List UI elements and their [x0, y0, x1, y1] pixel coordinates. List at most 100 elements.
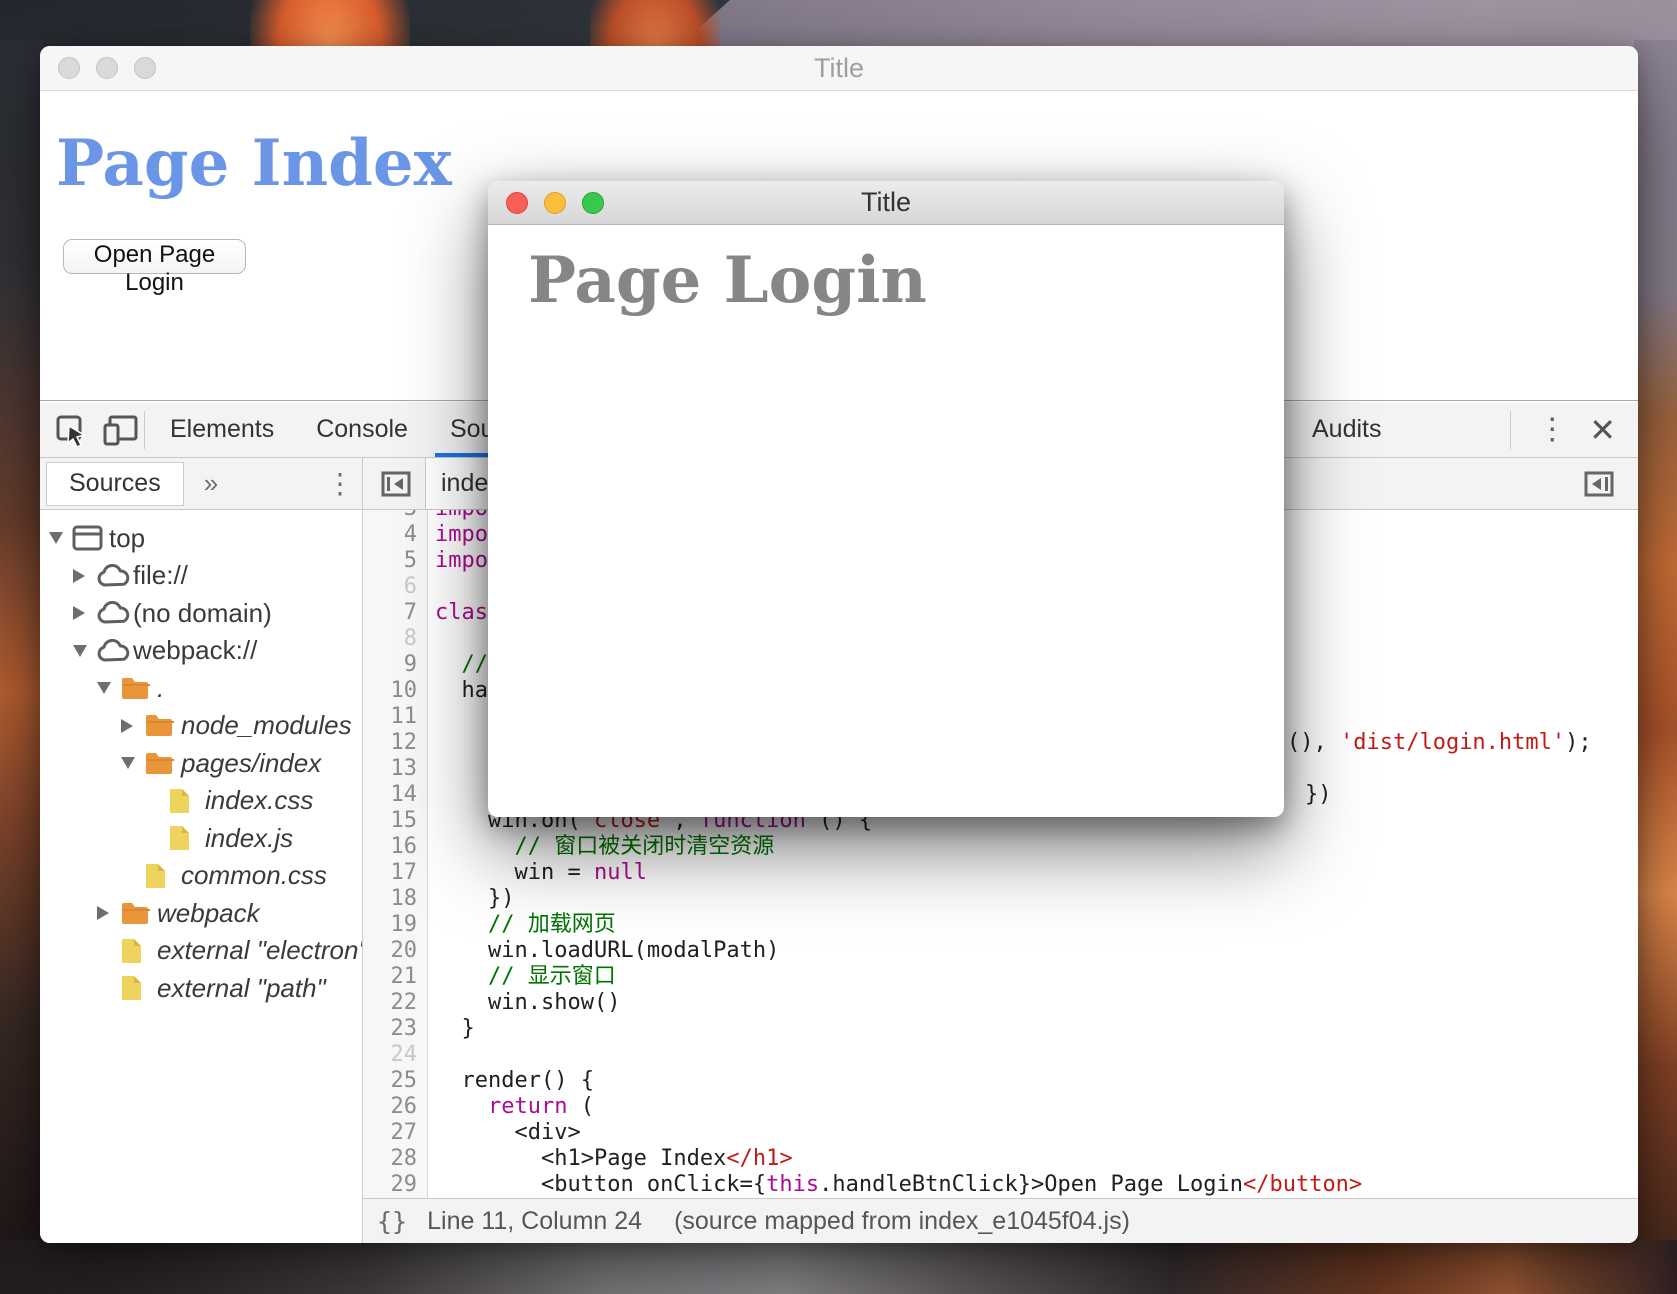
line-number[interactable]: 19 — [363, 912, 418, 938]
line-number[interactable]: 16 — [363, 834, 418, 860]
tree-item--[interactable]: . — [97, 670, 164, 707]
tab-console[interactable]: Console — [295, 402, 429, 457]
tree-closed-arrow-icon[interactable] — [73, 606, 96, 620]
tree-item-label: . — [157, 672, 165, 703]
traffic-lights — [506, 191, 604, 214]
tree-item-top[interactable]: top — [49, 520, 145, 557]
zoom-traffic-light[interactable] — [134, 57, 156, 79]
tree-item-pages-index[interactable]: pages/index — [121, 745, 321, 782]
line-number[interactable]: 17 — [363, 860, 418, 886]
line-number[interactable]: 25 — [363, 1068, 418, 1094]
minimize-traffic-light[interactable] — [96, 57, 118, 79]
device-toolbar-icon[interactable] — [102, 413, 140, 447]
open-page-login-button[interactable]: Open Page Login — [63, 239, 246, 296]
line-number[interactable]: 20 — [363, 938, 418, 964]
line-number[interactable]: 28 — [363, 1146, 418, 1172]
line-number[interactable]: 10 — [363, 678, 418, 704]
tree-item-label: top — [109, 522, 146, 553]
line-number[interactable]: 23 — [363, 1016, 418, 1042]
toolbar-separator — [1510, 410, 1512, 449]
inspect-element-icon[interactable] — [54, 413, 88, 447]
line-number[interactable]: 21 — [363, 964, 418, 990]
tab-elements[interactable]: Elements — [149, 402, 295, 457]
tree-open-arrow-icon[interactable] — [73, 644, 96, 657]
tree-item-label: node_modules — [181, 710, 352, 740]
desktop: Title Page Index Open Page Login Element… — [0, 0, 1677, 1294]
line-number[interactable]: 14 — [363, 782, 418, 808]
code-line-21: // 显示窗口 — [487, 964, 616, 989]
close-traffic-light[interactable] — [58, 57, 80, 79]
tree-item-label: file:// — [133, 560, 188, 590]
file-icon — [120, 974, 157, 1002]
pane-overflow-chevron[interactable]: » — [204, 468, 218, 499]
wallpaper-rock-bottom — [0, 1240, 1677, 1294]
line-number[interactable]: 6 — [363, 574, 417, 600]
tree-open-arrow-icon[interactable] — [121, 757, 144, 769]
tree-item-node-modules[interactable]: node_modules — [121, 707, 352, 744]
code-line-25: render() { — [461, 1068, 594, 1093]
main-window-titlebar[interactable]: Title — [40, 46, 1638, 91]
line-number[interactable]: 13 — [363, 756, 418, 782]
tab-audits[interactable]: Audits — [1312, 402, 1381, 457]
line-number[interactable]: 15 — [363, 808, 418, 834]
line-number[interactable]: 27 — [363, 1120, 418, 1146]
line-number[interactable]: 5 — [363, 548, 417, 574]
sidebar-menu-icon[interactable]: ⋮ — [326, 467, 354, 500]
tree-closed-arrow-icon[interactable] — [97, 906, 120, 920]
tree-item-common-css[interactable]: common.css — [121, 857, 327, 894]
line-number[interactable]: 9 — [363, 652, 417, 678]
line-number[interactable]: 18 — [363, 886, 418, 912]
line-number[interactable]: 3 — [363, 510, 417, 522]
line-number[interactable]: 8 — [363, 626, 417, 652]
line-number[interactable]: 24 — [363, 1042, 418, 1068]
tree-item-external-electron-[interactable]: external "electron" — [97, 932, 362, 969]
tree-closed-arrow-icon[interactable] — [73, 568, 96, 583]
tree-item-label: index.js — [205, 822, 294, 853]
line-number[interactable]: 26 — [363, 1094, 418, 1120]
wallpaper-rock-right — [1634, 40, 1677, 1294]
toolbar-separator — [144, 410, 145, 449]
login-window-titlebar[interactable]: Title — [488, 181, 1284, 225]
tree-closed-arrow-icon[interactable] — [121, 718, 144, 733]
file-icon — [168, 787, 205, 815]
line-number[interactable]: 12 — [363, 730, 418, 756]
tree-item-external-path-[interactable]: external "path" — [97, 970, 326, 1007]
pretty-print-icon[interactable]: {} — [377, 1207, 407, 1236]
hide-navigator-icon[interactable] — [381, 471, 411, 497]
file-icon — [144, 862, 181, 890]
line-number[interactable]: 7 — [363, 600, 417, 626]
sources-sidebar-header: Sources » ⋮ — [40, 458, 362, 510]
line-number[interactable]: 4 — [363, 522, 417, 548]
cloud-icon — [96, 563, 133, 588]
line-number[interactable]: 11 — [363, 704, 418, 730]
zoom-traffic-light[interactable] — [582, 191, 604, 214]
tree-item-webpack[interactable]: webpack — [97, 895, 260, 932]
show-debugger-sidebar-icon[interactable] — [1584, 471, 1614, 497]
code-line-18: }) — [487, 886, 515, 911]
tree-open-arrow-icon[interactable] — [49, 532, 72, 544]
tree-item-index-js[interactable]: index.js — [145, 820, 293, 857]
editor-gutter: 3456789101112131415161718192021222324252… — [363, 510, 428, 1198]
main-window-title: Title — [813, 52, 864, 83]
tree-item-file-[interactable]: file:// — [73, 557, 188, 594]
devtools-menu-icon[interactable]: ⋮ — [1537, 412, 1567, 447]
editor-statusbar: {} Line 11, Column 24 (source mapped fro… — [363, 1198, 1638, 1243]
code-line-17: win = null — [514, 860, 647, 885]
tree-item-webpack-[interactable]: webpack:// — [73, 632, 257, 669]
devtools-close-icon[interactable]: ✕ — [1589, 411, 1616, 449]
minimize-traffic-light[interactable] — [544, 191, 566, 214]
tree-open-arrow-icon[interactable] — [97, 682, 120, 694]
frame-icon — [72, 525, 109, 551]
tree-item-label: external "electron" — [157, 935, 362, 965]
tree-item-label: index.css — [205, 785, 314, 815]
page-index-heading: Page Index — [56, 126, 452, 201]
tree-item-index-css[interactable]: index.css — [145, 782, 313, 819]
wallpaper-rock-left — [0, 40, 44, 1294]
line-number[interactable]: 29 — [363, 1172, 418, 1198]
code-line-22: win.show() — [487, 990, 621, 1015]
close-traffic-light[interactable] — [506, 191, 528, 214]
tree-item--no-domain-[interactable]: (no domain) — [73, 595, 272, 632]
line-number[interactable]: 22 — [363, 990, 418, 1016]
traffic-lights — [58, 57, 156, 79]
sources-pane-tab[interactable]: Sources — [46, 461, 184, 506]
